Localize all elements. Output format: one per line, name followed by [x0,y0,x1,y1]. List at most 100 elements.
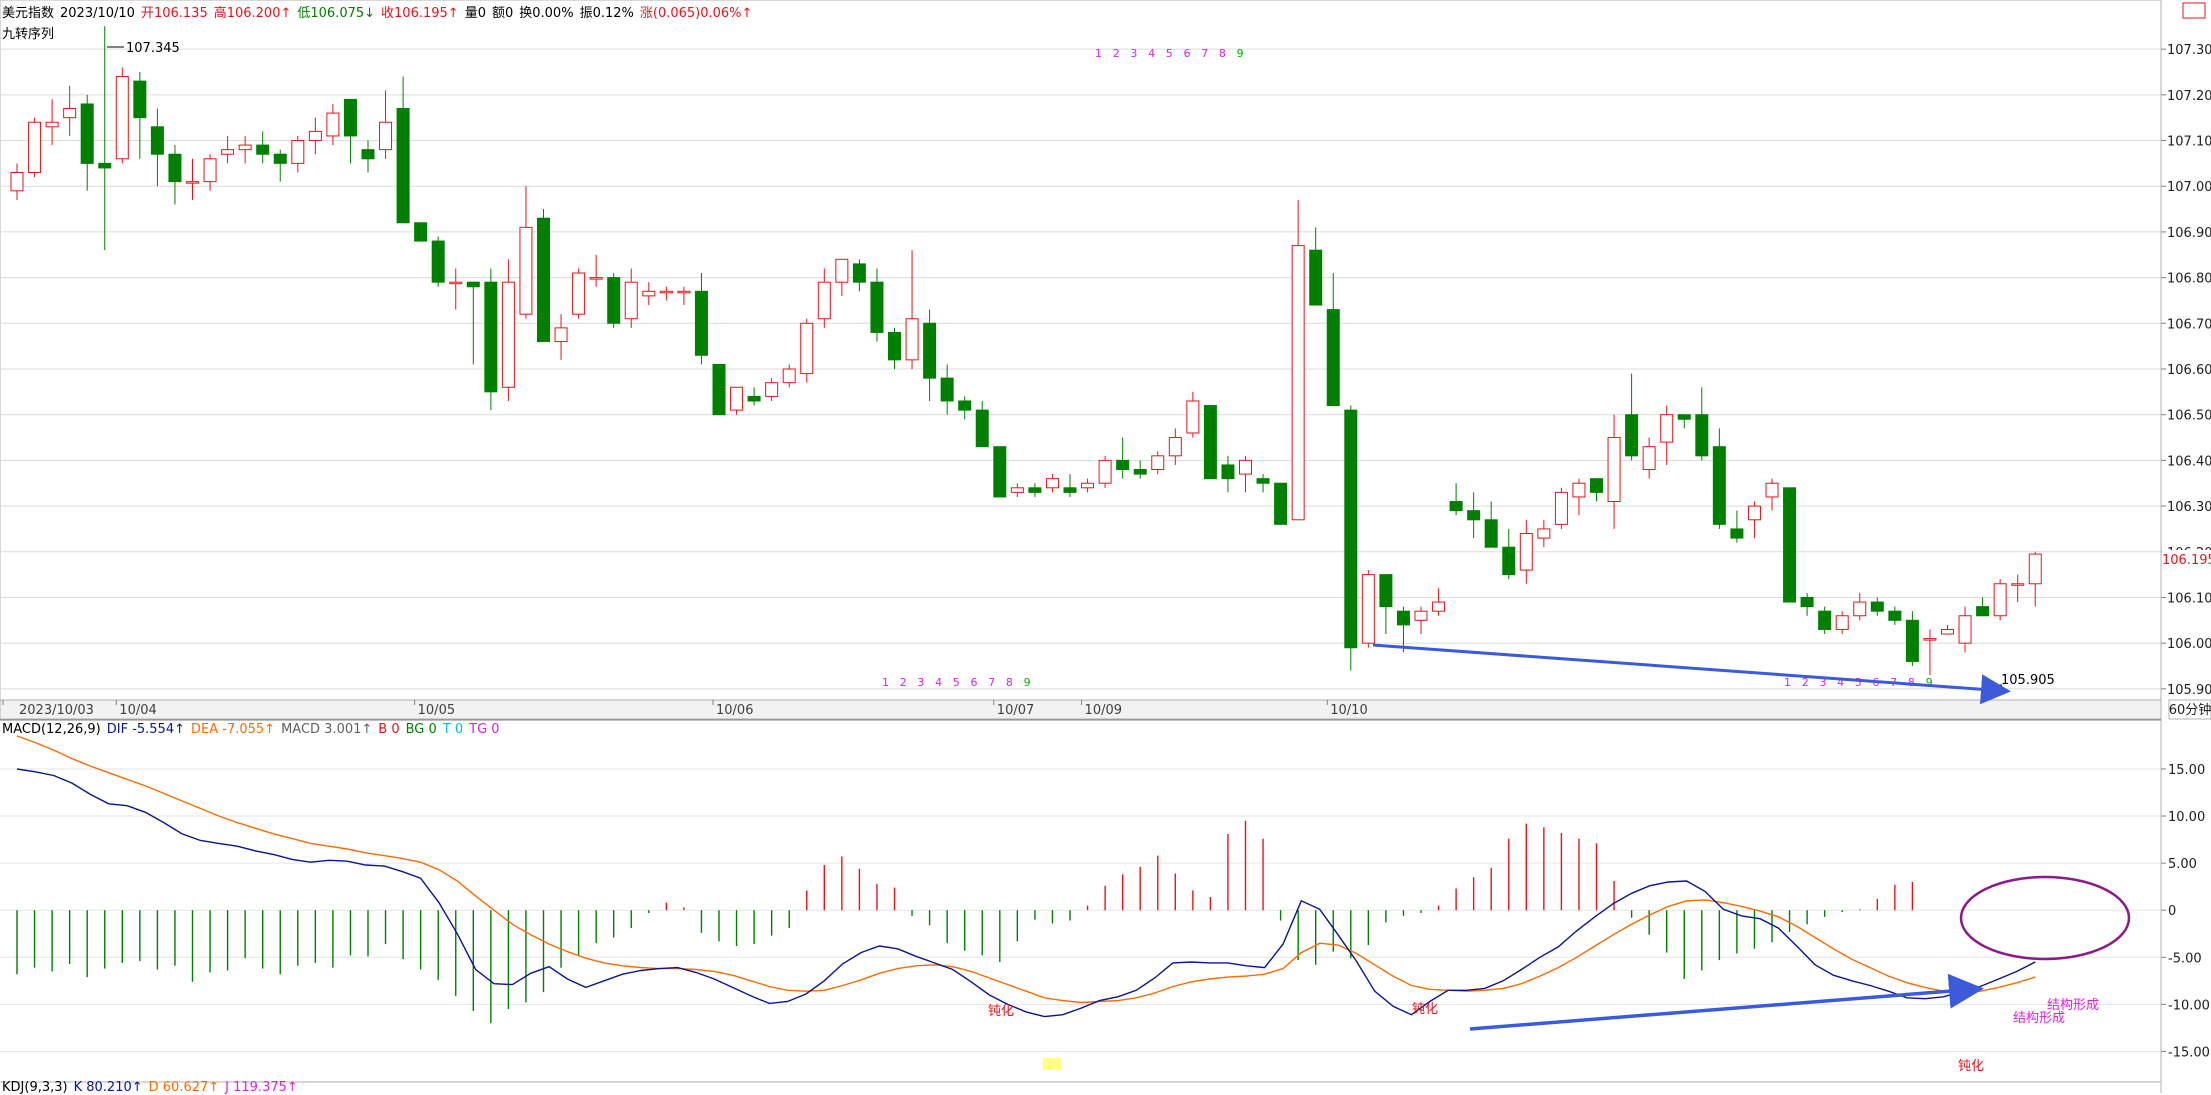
candle-body [1291,245,1305,521]
indicator-title: 九转序列 [2,27,55,42]
td-number: 9 [1237,47,1244,60]
macd-tick-label: 10.00 [2168,810,2205,825]
period-label[interactable]: 60分钟 [2169,702,2211,718]
macd-legend: MACD(12,26,9) DIF -5.554↑ DEA -7.055↑ MACD … [2,722,506,737]
high-marker-label: 107.345 [126,41,180,56]
turnover-value: 换0.00% [519,6,574,21]
candle-body [1045,478,1059,489]
low-value: 低106.075↓ [297,6,376,21]
candle-body [1660,414,1674,443]
candle-body [1818,610,1832,630]
candle-body [607,277,621,324]
macd-t: T 0 [442,722,464,737]
td-number: 8 [1219,47,1226,60]
price-tick-label: 106.600 [2167,363,2211,378]
candle-body [256,144,270,155]
macd-tick-label: 15.00 [2168,763,2205,778]
candle-body [379,121,393,151]
candle-body [449,281,463,285]
candle-body [1379,574,1393,608]
td-number: 1 [1095,47,1102,60]
date-tick-label: 10/04 [119,703,156,718]
candle-body [1941,628,1954,635]
td-number: 7 [988,676,995,689]
price-tick-label: 106.300 [2167,500,2211,515]
candle-body [1572,482,1586,498]
price-tick-label: 107.000 [2167,180,2211,195]
annotation-dunhua-1: 钝化 [988,1004,1014,1019]
price-tick-label: 107.200 [2167,89,2211,104]
candle-body [1502,546,1516,576]
candle-body [1712,446,1726,525]
candle-body [1730,528,1744,539]
low-marker-label: 105.905 [2001,673,2055,688]
candle-body [1186,400,1200,434]
candle-body [817,281,831,320]
candle-body [1168,437,1182,457]
td-number: 2 [900,676,907,689]
macd-tick-label: -15.00 [2168,1045,2210,1060]
candle-body [1958,615,1972,644]
candle-body [1063,487,1077,493]
candle-body [1993,583,2007,617]
candle-body [133,80,147,119]
amount-value: 额0 [491,6,514,21]
candle-body [168,153,182,183]
candle-body [1607,437,1621,503]
td-number: 5 [1855,676,1862,689]
candle-body [1888,610,1902,621]
candle-body [712,363,726,416]
td-sequence-bottom-1: 123456789 [882,676,1031,689]
candle-body [115,76,129,160]
candle-body [642,290,656,297]
price-tick-label: 106.800 [2167,272,2211,287]
td-number: 1 [882,676,889,689]
candle-body [1642,446,1656,471]
candle-body [361,149,375,160]
candle-body [975,409,989,448]
candle-body [45,121,59,128]
candle-body [98,162,112,169]
candle-body [1098,459,1112,484]
candle-body [905,318,919,361]
candle-body [1414,610,1428,621]
candle-body [80,103,94,164]
candle-body [1554,491,1568,525]
scroll-box[interactable] [2182,2,2206,19]
candle-body [1625,414,1639,457]
candle-body [1151,455,1165,471]
td-number: 3 [917,676,924,689]
candle-body [1800,596,1814,608]
candle-body [1976,606,1990,617]
candle-body [730,386,744,411]
td-number: 2 [1113,47,1120,60]
candle-body [414,222,428,242]
candle-body [466,281,480,288]
candlestick-series [10,26,2042,676]
td-number: 4 [1148,47,1155,60]
high-value: 高106.200↑ [213,6,292,21]
macd-tick-label: 5.00 [2168,857,2197,872]
td-number: 5 [1166,47,1173,60]
date-tick-label: 10/07 [997,703,1034,718]
candle-body [677,290,691,294]
price-grid [0,48,2161,690]
annotation-structure-1: 结构形成 [2013,1011,2065,1026]
candle-body [2028,553,2042,585]
td-number: 7 [1201,47,1208,60]
price-tick-label: 106.100 [2167,591,2211,606]
price-tick-label: 106.000 [2167,637,2211,652]
candle-body [1432,601,1446,612]
td-number: 3 [1130,47,1137,60]
td-number: 8 [1908,676,1915,689]
candle-body [291,140,305,164]
candle-body [1677,414,1691,420]
amplitude-value: 振0.12% [579,6,634,21]
candle-body [870,281,884,333]
candle-body [1274,482,1288,525]
chart-canvas[interactable]: 60分钟 107.300 107.200 107.100 107.000 106.900… [0,0,2211,1093]
candle-body [1870,601,1884,612]
candle-body [888,331,901,361]
price-tick-label: 106.500 [2167,409,2211,424]
candle-body [940,377,954,402]
